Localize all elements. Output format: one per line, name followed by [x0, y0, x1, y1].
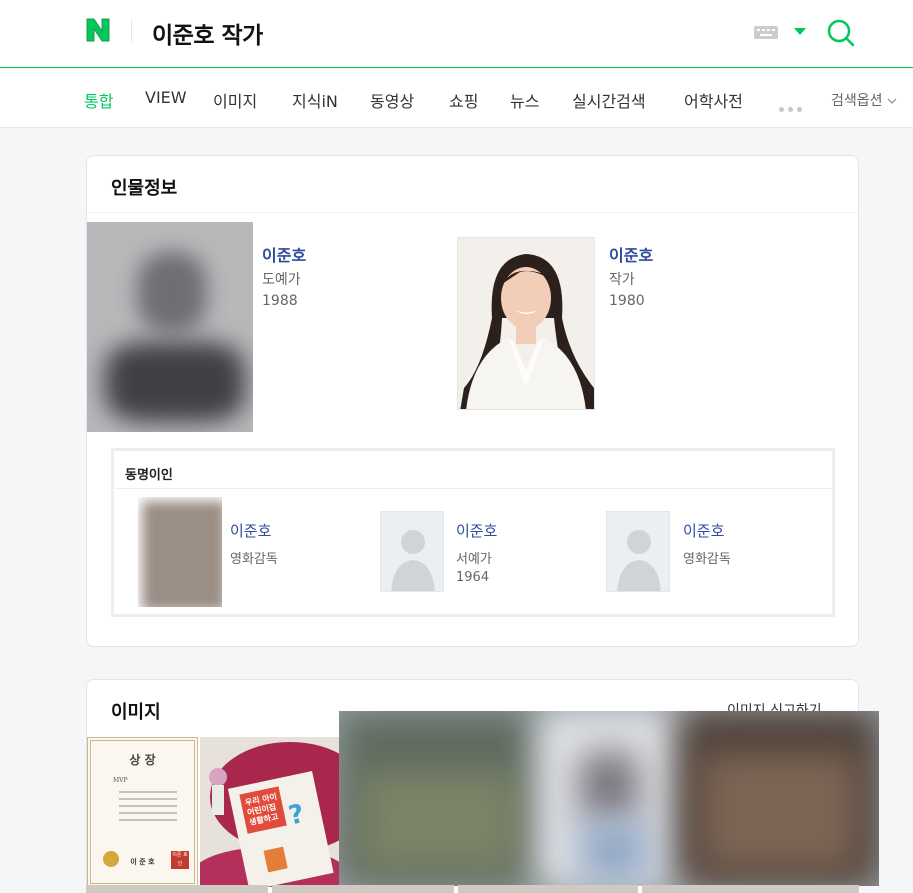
tab-dictionary[interactable]: 어학사전 — [684, 88, 743, 112]
default-profile-icon[interactable] — [380, 511, 444, 592]
person-year: 1980 — [609, 293, 645, 309]
keyboard-icon[interactable] — [754, 26, 778, 39]
tab-shopping[interactable]: 쇼핑 — [449, 88, 478, 112]
certificate-title: 상 장 — [129, 753, 156, 767]
same-name-photo-blurred[interactable] — [138, 497, 222, 607]
same-name-link[interactable]: 이준호 — [230, 520, 271, 541]
chevron-down-icon — [887, 98, 897, 104]
person-name-link[interactable]: 이준호 — [262, 242, 306, 266]
same-name-job: 서예가 — [456, 552, 492, 567]
image-section-title: 이미지 — [111, 702, 161, 723]
tab-news[interactable]: 뉴스 — [510, 88, 539, 112]
search-header: 이준호 작가 — [0, 0, 913, 68]
more-tabs-icon[interactable] — [779, 97, 806, 116]
person-year: 1988 — [262, 293, 298, 309]
same-name-box: 동명이인 이준호 영화감독 이준호 서예가 1964 이준호 영화감독 — [111, 448, 835, 617]
woman-portrait-icon — [458, 238, 594, 409]
tab-knowledge[interactable]: 지식iN — [292, 88, 338, 112]
search-options-button[interactable]: 검색옵션 — [831, 90, 897, 110]
header-divider — [131, 20, 132, 42]
same-name-title: 동명이인 — [125, 468, 173, 483]
naver-logo-icon[interactable] — [84, 16, 112, 44]
divider — [114, 488, 832, 489]
autocomplete-toggle-icon[interactable] — [794, 28, 806, 35]
certificate-image-thumb[interactable]: 상 장 MVP 이 준 호 이준 호인 — [87, 737, 198, 887]
red-seal-icon: 이준 호인 — [171, 851, 189, 869]
tab-view[interactable]: VIEW — [145, 88, 187, 107]
tab-integrated[interactable]: 통합 — [84, 88, 113, 112]
book-image-thumb[interactable]: 우리 아이 어린이집 생활하고 ? — [200, 737, 340, 887]
same-name-job: 영화감독 — [230, 552, 278, 567]
same-name-link[interactable]: 이준호 — [683, 520, 724, 541]
divider — [87, 212, 858, 213]
person-photo-blurred[interactable] — [87, 222, 253, 432]
book-photo-icon: 우리 아이 어린이집 생활하고 ? — [200, 737, 340, 887]
tab-realtime[interactable]: 실시간검색 — [572, 88, 646, 112]
image-row-bottom — [642, 885, 859, 893]
person-silhouette-icon — [617, 530, 661, 591]
image-row-bottom — [86, 885, 268, 893]
search-icon[interactable] — [826, 18, 856, 48]
person-job: 작가 — [609, 272, 635, 288]
person-photo[interactable] — [457, 237, 595, 410]
person-silhouette-icon — [391, 530, 435, 591]
people-info-card: 인물정보 이준호 도예가 1988 이준호 작가 1980 동명이인 이준호 영… — [86, 155, 859, 647]
tab-video[interactable]: 동영상 — [370, 88, 414, 112]
person-name-link[interactable]: 이준호 — [609, 242, 653, 266]
image-row-bottom — [458, 885, 638, 893]
default-profile-icon[interactable] — [606, 511, 670, 592]
certificate-text-lines — [119, 791, 177, 826]
search-tabs: 통합 VIEW 이미지 지식iN 동영상 쇼핑 뉴스 실시간검색 어학사전 검색… — [0, 69, 913, 128]
same-name-job: 영화감독 — [683, 552, 731, 567]
blurred-image-thumbs[interactable] — [339, 711, 879, 886]
image-row-bottom — [272, 885, 454, 893]
same-name-link[interactable]: 이준호 — [456, 520, 497, 541]
medal-icon — [103, 851, 119, 867]
same-name-year: 1964 — [456, 570, 490, 585]
person-job: 도예가 — [262, 272, 301, 288]
certificate-mvp: MVP — [113, 777, 128, 784]
tab-image[interactable]: 이미지 — [213, 88, 257, 112]
search-query[interactable]: 이준호 작가 — [152, 16, 263, 50]
people-info-title: 인물정보 — [111, 178, 178, 199]
